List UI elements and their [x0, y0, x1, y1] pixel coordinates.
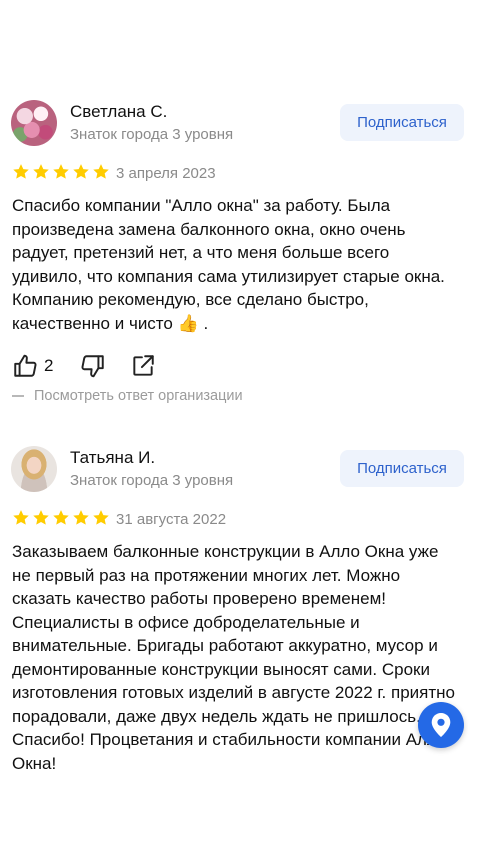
org-reply-label: Посмотреть ответ организации: [34, 388, 243, 404]
avatar[interactable]: [11, 446, 57, 492]
review-text: Заказываем балконные конструкции в Алло …: [12, 542, 455, 773]
review-date: 3 апреля 2023: [116, 165, 216, 182]
map-pin-icon: [431, 713, 451, 737]
rating-row: 31 августа 2022: [0, 506, 480, 536]
like-icon[interactable]: [12, 353, 38, 379]
star-icon: [93, 164, 109, 179]
review-actions: 2: [0, 353, 480, 393]
star-icon: [13, 164, 29, 179]
view-org-reply-link[interactable]: Посмотреть ответ организации: [12, 388, 243, 404]
dislike-icon[interactable]: [80, 353, 106, 379]
review-header: Светлана С. Знаток города 3 уровня Подпи…: [0, 96, 480, 152]
like-count: 2: [44, 356, 54, 375]
rating-row: 3 апреля 2023: [0, 160, 480, 190]
subscribe-button[interactable]: Подписаться: [340, 450, 464, 487]
review-card: Татьяна И. Знаток города 3 уровня Подпис…: [0, 442, 480, 775]
author-name[interactable]: Татьяна И.: [70, 448, 155, 468]
star-icon: [93, 510, 109, 525]
star-icon: [33, 510, 49, 525]
star-icon: [53, 164, 69, 179]
subscribe-button[interactable]: Подписаться: [340, 104, 464, 141]
author-name[interactable]: Светлана С.: [70, 102, 167, 122]
star-rating: [12, 509, 110, 527]
avatar[interactable]: [11, 100, 57, 146]
review-header: Татьяна И. Знаток города 3 уровня Подпис…: [0, 442, 480, 498]
star-icon: [73, 164, 89, 179]
review-card: Светлана С. Знаток города 3 уровня Подпи…: [0, 96, 480, 404]
author-level: Знаток города 3 уровня: [70, 472, 234, 489]
share-icon[interactable]: [130, 353, 156, 379]
dash-divider: [12, 395, 24, 397]
star-icon: [73, 510, 89, 525]
star-icon: [33, 164, 49, 179]
review-text: Спасибо компании "Алло окна" за работу. …: [12, 196, 445, 333]
star-icon: [13, 510, 29, 525]
star-icon: [53, 510, 69, 525]
author-level: Знаток города 3 уровня: [70, 126, 234, 143]
star-rating: [12, 163, 110, 181]
map-pin-button[interactable]: [418, 702, 464, 748]
review-date: 31 августа 2022: [116, 511, 227, 528]
